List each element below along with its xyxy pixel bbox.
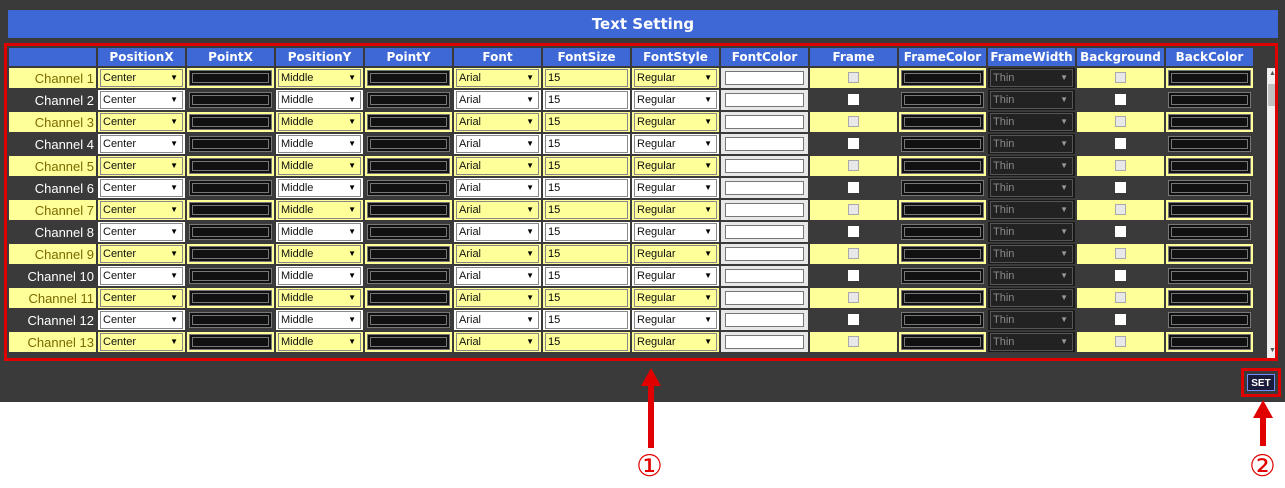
set-button-highlight-box: [1241, 368, 1281, 397]
arrow-up-icon: [1253, 400, 1273, 446]
table-highlight-box: [4, 43, 1278, 361]
callout-marker-two: ②: [1249, 449, 1276, 484]
callout-marker-one: ①: [636, 449, 663, 484]
arrow-up-icon: [641, 368, 661, 448]
panel-title: Text Setting: [8, 10, 1278, 38]
